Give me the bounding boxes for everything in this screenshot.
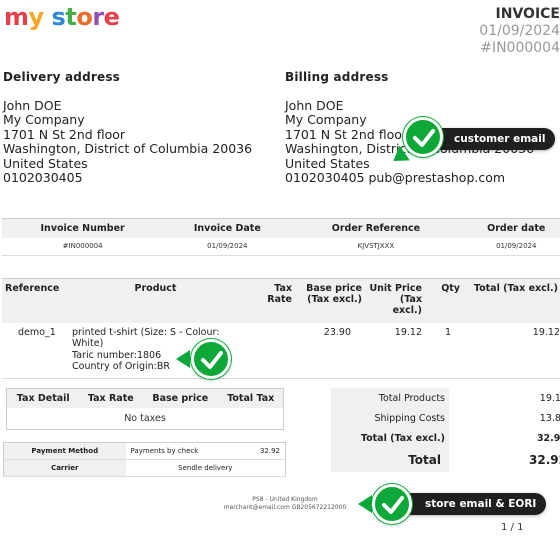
table-row: Shipping Costs 13.80: [331, 408, 560, 428]
table-row: Total Products 19.12: [331, 388, 560, 408]
table-row: Total 32.92: [331, 448, 560, 472]
col-invoice-date: Invoice Date: [163, 218, 292, 238]
payment-method-value: Payments by check: [125, 442, 241, 460]
cell-invoice-number: #IN000004: [2, 237, 164, 256]
delivery-address-line: My Company: [3, 112, 85, 127]
cell-invoice-date: 01/09/2024: [163, 237, 292, 256]
delivery-address-line: United States: [3, 155, 88, 171]
totals-table: Total Products 19.12 Shipping Costs 13.8…: [331, 388, 560, 472]
grand-total-label: Total: [331, 448, 449, 472]
logo-letter: t: [65, 3, 77, 31]
table-row: No taxes: [7, 408, 284, 430]
check-icon: [372, 484, 412, 524]
invoice-date: 01/09/2024: [479, 23, 560, 39]
delivery-address-heading: Delivery address: [3, 70, 121, 84]
col-order-date: Order date: [460, 218, 560, 238]
cell-tax-rate: [247, 322, 295, 379]
grand-total-value: 32.92: [529, 453, 560, 467]
col-order-reference: Order Reference: [291, 218, 461, 238]
store-email-pointer: [358, 495, 372, 513]
total-products-value: 19.12: [539, 392, 560, 404]
col-total: Total (Tax excl.): [463, 278, 560, 323]
col-qty: Qty: [425, 278, 463, 323]
invoice-number: #IN000004: [480, 40, 560, 56]
delivery-address-line: Washington, District of Columbia 20036: [3, 141, 253, 156]
delivery-address-line: John DOE: [3, 97, 62, 113]
table-row: Carrier Sendle delivery: [3, 459, 286, 477]
no-taxes-text: No taxes: [124, 412, 166, 424]
tax-table: Tax Detail Tax Rate Base price Total Tax…: [6, 388, 284, 430]
invoice-meta-table: Invoice Number Invoice Date Order Refere…: [2, 218, 560, 256]
col-product: Product: [64, 278, 247, 323]
product-table: Reference Product Tax Rate Base price (T…: [2, 278, 560, 379]
check-icon: [403, 117, 443, 157]
payment-method-label: Payment Method: [3, 442, 126, 460]
total-excl-label: Total (Tax excl.): [331, 428, 449, 448]
page-number: 1 / 1: [501, 522, 524, 533]
col-unit-price: Unit Price (Tax excl.): [365, 278, 425, 323]
col-tax-detail: Tax Detail: [6, 388, 80, 408]
table-row: Total (Tax excl.) 32.92: [331, 428, 560, 448]
table-row: demo_1 printed t-shirt (Size: S - Colour…: [2, 322, 560, 379]
cell-unit-price: 19.12: [365, 322, 425, 379]
col-tax-rate: Tax Rate: [79, 388, 143, 408]
cell-reference: demo_1: [2, 322, 64, 379]
product-info-pointer: [176, 350, 190, 368]
delivery-address-line: 0102030405: [3, 170, 83, 185]
delivery-address: Delivery address John DOE My Company 170…: [3, 70, 252, 186]
logo-letter: m: [4, 3, 29, 31]
total-excl-value: 32.92: [536, 432, 560, 444]
billing-address-heading: Billing address: [285, 70, 389, 84]
cell-qty: 1: [425, 322, 463, 379]
shipping-costs-value: 13.80: [539, 412, 560, 424]
store-logo: my store: [4, 2, 120, 32]
cell-order-reference: KJVSTJXXX: [291, 237, 461, 256]
billing-address-line: United States: [285, 155, 370, 171]
store-email-badge: store email & EORI: [391, 493, 547, 515]
delivery-address-line: 1701 N St 2nd floor: [3, 126, 126, 142]
col-reference: Reference: [2, 278, 64, 323]
payment-table: Payment Method Payments by check 32.92 C…: [3, 442, 286, 477]
invoice-header: INVOICE 01/09/2024 #IN000004: [479, 6, 560, 57]
carrier-value: Sendle delivery: [125, 459, 286, 477]
logo-letter: r: [92, 3, 104, 31]
billing-address-line: 0102030405 pub@prestashop.com: [285, 170, 506, 185]
total-products-label: Total Products: [331, 388, 449, 408]
payment-method-amount: 32.92: [240, 442, 286, 460]
col-invoice-number: Invoice Number: [2, 218, 164, 238]
logo-letter: e: [103, 3, 120, 31]
billing-address-line: John DOE: [285, 97, 344, 113]
customer-email-badge-label: customer email: [454, 133, 546, 145]
col-total-tax: Total Tax: [218, 388, 284, 408]
table-row: Payment Method Payments by check 32.92: [3, 442, 286, 460]
shipping-costs-label: Shipping Costs: [331, 408, 449, 428]
logo-letter: s: [51, 3, 66, 31]
logo-letter: [44, 2, 52, 32]
invoice-title: INVOICE: [495, 6, 560, 22]
carrier-label: Carrier: [3, 459, 126, 477]
cell-total: 19.12: [463, 322, 560, 379]
cell-order-date: 01/09/2024: [460, 237, 560, 256]
logo-letter: y: [28, 3, 45, 31]
cell-base-price: 23.90: [295, 322, 365, 379]
store-email-badge-label: store email & EORI: [425, 498, 537, 510]
col-tax-rate: Tax Rate: [247, 278, 295, 323]
col-base-price: Base price (Tax excl.): [295, 278, 365, 323]
col-base-price: Base price: [142, 388, 219, 408]
check-icon: [191, 339, 231, 379]
table-row: #IN000004 01/09/2024 KJVSTJXXX 01/09/202…: [2, 237, 560, 256]
logo-letter: o: [76, 3, 93, 31]
